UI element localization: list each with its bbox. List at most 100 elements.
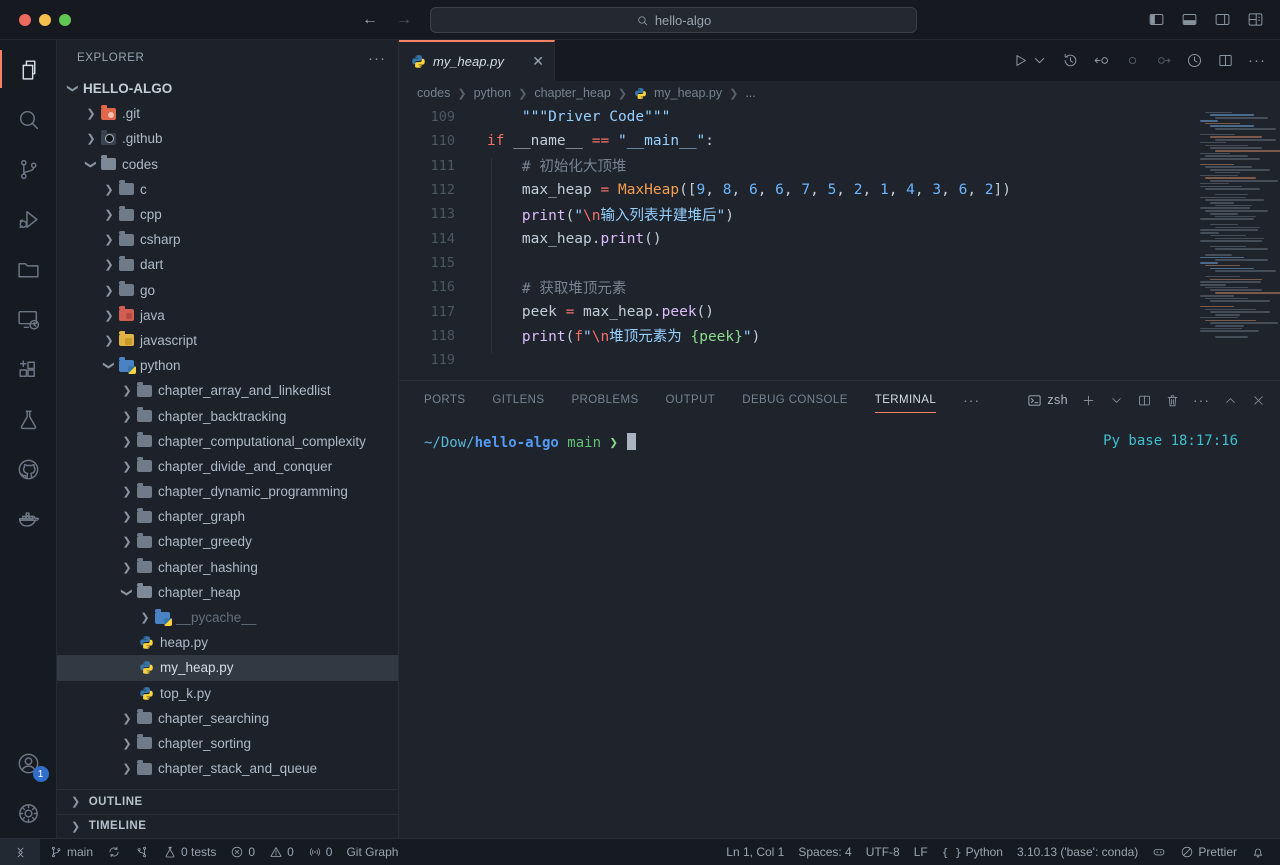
panel-tab-output[interactable]: OUTPUT [666,381,716,419]
activity-item-github[interactable] [0,444,57,494]
tree-item-python[interactable]: ❯python [57,353,398,378]
tree-item-chapter-array-and-linkedlist[interactable]: ❯chapter_array_and_linkedlist [57,378,398,403]
tree-item-chapter-computational-complexity[interactable]: ❯chapter_computational_complexity [57,429,398,454]
tree-item-chapter-greedy[interactable]: ❯chapter_greedy [57,529,398,554]
tree-item-javascript[interactable]: ❯javascript [57,328,398,353]
next-change-icon[interactable] [1155,52,1172,69]
statusbar-0[interactable]: 0 [301,845,340,859]
plus-icon[interactable] [1081,393,1096,408]
activity-item-docker[interactable] [0,494,57,544]
tree-item-go[interactable]: ❯go [57,278,398,303]
tree-item-chapter-hashing[interactable]: ❯chapter_hashing [57,555,398,580]
statusbar-0[interactable]: 0 [262,845,301,859]
statusbar-0[interactable]: 0 [223,845,262,859]
code-line-116[interactable]: 116 # 获取堆顶元素 [399,275,1280,299]
tree-item-heap-py[interactable]: heap.py [57,630,398,655]
tree-item-chapter-graph[interactable]: ❯chapter_graph [57,504,398,529]
statusbar-gitlens-icon[interactable] [128,845,156,859]
explorer-more-actions-icon[interactable]: ··· [368,50,386,67]
tree-item-csharp[interactable]: ❯csharp [57,227,398,252]
tree-item-chapter-backtracking[interactable]: ❯chapter_backtracking [57,403,398,428]
panel-tab-gitlens[interactable]: GITLENS [492,381,544,419]
chevron-up-icon[interactable] [1223,393,1238,408]
breadcrumb-item[interactable]: python [474,86,512,100]
tree-item-chapter-searching[interactable]: ❯chapter_searching [57,706,398,731]
breadcrumb-item[interactable]: codes [417,86,450,100]
split-icon[interactable] [1137,393,1152,408]
more-actions-icon[interactable]: ··· [1248,52,1266,69]
timeline-history-icon[interactable] [1062,52,1079,69]
code-line-117[interactable]: 117 peek = max_heap.peek() [399,299,1280,323]
tree-item-hello-algo[interactable]: ❯HELLO-ALGO [57,76,398,101]
statusbar-main[interactable]: main [42,845,100,859]
toggle-sidebar-icon[interactable] [1148,11,1165,28]
activity-item-testing[interactable] [0,394,57,444]
statusbar-copilot-icon[interactable] [1145,845,1173,859]
tree-item-chapter-divide-and-conquer[interactable]: ❯chapter_divide_and_conquer [57,454,398,479]
close-window-button[interactable] [19,14,31,26]
statusbar-python[interactable]: { }Python [935,845,1010,859]
code-editor[interactable]: 109 """Driver Code"""110if __name__ == "… [399,105,1280,380]
statusbar-0-tests[interactable]: 0 tests [156,845,223,859]
statusbar-lf[interactable]: LF [907,845,935,859]
panel-tabs-more-icon[interactable]: ··· [963,392,980,408]
tab-my-heap-py[interactable]: my_heap.py ✕ [399,40,555,81]
activity-item-extensions[interactable] [0,344,57,394]
activity-item-run-debug[interactable] [0,194,57,244]
tree-item-c[interactable]: ❯c [57,177,398,202]
statusbar-ln-1-col-1[interactable]: Ln 1, Col 1 [719,845,791,859]
statusbar-sync-icon[interactable] [100,845,128,859]
panel-tab-ports[interactable]: PORTS [424,381,465,419]
remote-indicator[interactable] [0,839,40,865]
forward-icon[interactable]: → [396,11,412,29]
window-controls[interactable] [19,14,71,26]
code-line-112[interactable]: 112 max_heap = MaxHeap([9, 8, 6, 6, 7, 5… [399,178,1280,202]
statusbar-git-graph[interactable]: Git Graph [339,845,405,859]
code-line-111[interactable]: 111 # 初始化大顶堆 [399,154,1280,178]
code-line-109[interactable]: 109 """Driver Code""" [399,105,1280,129]
panel-more-icon[interactable]: ··· [1193,392,1210,408]
statusbar-3-10-13-base-conda-[interactable]: 3.10.13 ('base': conda) [1010,845,1145,859]
activity-item-remote-explorer[interactable] [0,294,57,344]
customize-layout-icon[interactable] [1247,11,1264,28]
tree-item-my-heap-py[interactable]: my_heap.py [57,655,398,680]
tree-item-codes[interactable]: ❯codes [57,152,398,177]
tree-item-cpp[interactable]: ❯cpp [57,202,398,227]
breadcrumb-item[interactable]: ... [745,86,755,100]
activity-item-search[interactable] [0,94,57,144]
statusbar-spaces-4[interactable]: Spaces: 4 [791,845,858,859]
tree-item-chapter-sorting[interactable]: ❯chapter_sorting [57,731,398,756]
tree-item-chapter-heap[interactable]: ❯chapter_heap [57,580,398,605]
close-icon[interactable] [1251,393,1266,408]
command-center-search[interactable]: hello-algo [430,7,917,33]
minimap[interactable] [1200,109,1272,349]
outline-section[interactable]: ❯ OUTLINE [57,789,398,814]
activity-item-explorer[interactable] [0,44,57,94]
code-line-114[interactable]: 114 max_heap.print() [399,226,1280,250]
tree-item--pycache-[interactable]: ❯__pycache__ [57,605,398,630]
trash-icon[interactable] [1165,393,1180,408]
tree-item--git[interactable]: ❯.git [57,101,398,126]
tree-item-chapter-dynamic-programming[interactable]: ❯chapter_dynamic_programming [57,479,398,504]
open-changes-icon[interactable] [1093,52,1110,69]
code-line-113[interactable]: 113 print("\n输入列表并建堆后") [399,202,1280,226]
statusbar-utf-8[interactable]: UTF-8 [859,845,907,859]
code-line-119[interactable]: 119 [399,348,1280,372]
activity-item-settings[interactable] [0,788,57,838]
statusbar-prettier[interactable]: Prettier [1173,845,1244,859]
panel-tab-terminal[interactable]: TERMINAL [875,381,936,419]
chevron-down-icon[interactable] [1109,393,1124,408]
close-tab-icon[interactable]: ✕ [532,53,544,70]
zoom-window-button[interactable] [59,14,71,26]
minimize-window-button[interactable] [39,14,51,26]
tree-item-java[interactable]: ❯java [57,303,398,328]
toggle-panel-icon[interactable] [1181,11,1198,28]
code-line-118[interactable]: 118 print(f"\n堆顶元素为 {peek}") [399,324,1280,348]
run-dropdown-icon[interactable] [1031,52,1048,69]
tree-item--github[interactable]: ❯.github [57,126,398,151]
terminal[interactable]: ~/Dow/hello-algo main ❯ Py base 18:17:16 [399,419,1280,838]
breadcrumb-item[interactable]: chapter_heap [534,86,610,100]
previous-change-icon[interactable] [1124,52,1141,69]
run-button-icon[interactable] [1012,52,1029,69]
tree-item-dart[interactable]: ❯dart [57,252,398,277]
